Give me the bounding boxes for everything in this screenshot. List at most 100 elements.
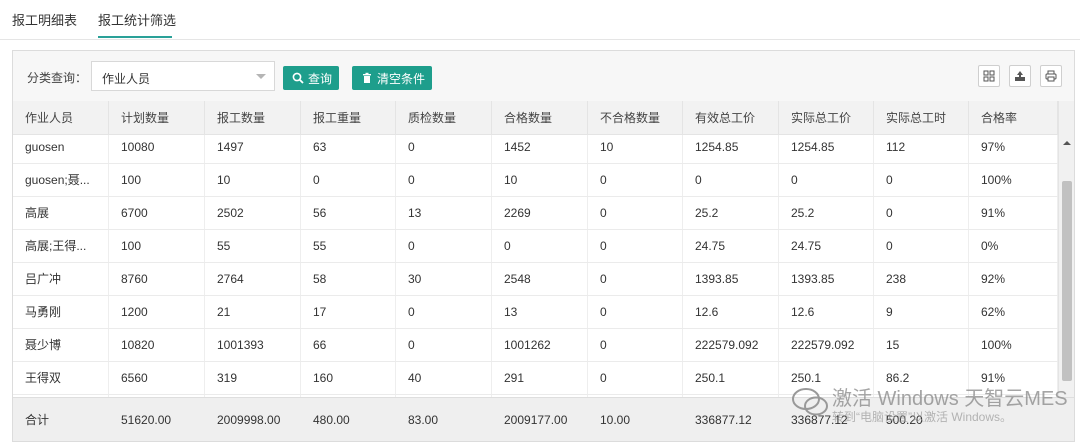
total-reported-weight: 480.00 [313,413,350,427]
cell-inspected-qty: 0 [396,296,492,328]
cell-reported-qty: 10 [205,164,301,196]
cell-reported-weight: 58 [301,263,396,295]
column-header-actual-total-price[interactable]: 实际总工价 [779,101,874,135]
cell-reported-qty: 1497 [205,135,301,163]
cell-reported-qty: 1001393 [205,329,301,361]
column-header-operator[interactable]: 作业人员 [13,101,109,135]
cell-unqualified-qty: 0 [588,362,683,394]
cell-operator: 聂少博 [13,329,109,361]
cell-planned-qty: 100 [109,164,205,196]
cell-actual-total-hours: 0 [874,164,969,196]
cell-effective-total-price: 0 [683,164,779,196]
cell-operator: 高展 [13,197,109,229]
table-row[interactable]: 高展;王得... 100 55 55 0 0 0 24.75 24.75 0 0% [13,230,1058,263]
columns-button[interactable] [978,65,1000,87]
cell-reported-weight: 66 [301,329,396,361]
cell-inspected-qty: 40 [396,362,492,394]
cell-qualified-qty: 0 [492,230,588,262]
total-qualified-qty: 2009177.00 [504,413,568,427]
cell-unqualified-qty: 0 [588,197,683,229]
cell-pass-rate: 100% [969,164,1058,196]
cell-reported-weight: 17 [301,296,396,328]
cell-reported-qty: 21 [205,296,301,328]
column-header-inspected-qty[interactable]: 质检数量 [396,101,492,135]
cell-qualified-qty: 2548 [492,263,588,295]
column-header-qualified-qty[interactable]: 合格数量 [492,101,588,135]
cell-actual-total-hours: 238 [874,263,969,295]
cell-unqualified-qty: 10 [588,135,683,163]
cell-effective-total-price: 25.2 [683,197,779,229]
column-header-actual-total-hours[interactable]: 实际总工时 [874,101,969,135]
cell-operator: guosen [13,135,109,163]
cell-inspected-qty: 0 [396,164,492,196]
cell-planned-qty: 6700 [109,197,205,229]
scroll-up-arrow-icon[interactable] [1063,141,1071,145]
vertical-scrollbar[interactable] [1058,101,1074,397]
total-effective-total-price: 336877.12 [695,413,752,427]
cell-effective-total-price: 222579.092 [683,329,779,361]
cell-reported-qty: 2764 [205,263,301,295]
cell-effective-total-price: 1254.85 [683,135,779,163]
column-header-effective-total-price[interactable]: 有效总工价 [683,101,779,135]
column-header-reported-qty[interactable]: 报工数量 [205,101,301,135]
query-button-label: 查询 [308,71,333,86]
cell-actual-total-hours: 0 [874,197,969,229]
table-row[interactable]: guosen;聂... 100 10 0 0 10 0 0 0 0 100% [13,164,1058,197]
cell-actual-total-price: 222579.092 [779,329,874,361]
cell-qualified-qty: 1452 [492,135,588,163]
cell-inspected-qty: 0 [396,230,492,262]
table-row[interactable]: guosen 10080 1497 63 0 1452 10 1254.85 1254.85 11… [13,135,1058,164]
cell-qualified-qty: 10 [492,164,588,196]
cell-actual-total-price: 12.6 [779,296,874,328]
category-select-value: 作业人员 [102,72,151,86]
cell-operator: guosen;聂... [13,164,109,196]
filter-label: 分类查询： [27,71,88,85]
cell-unqualified-qty: 0 [588,230,683,262]
total-inspected-qty: 83.00 [408,413,439,427]
filter-bar: 分类查询： 作业人员 查询 清空条件 [13,51,1074,101]
column-header-unqualified-qty[interactable]: 不合格数量 [588,101,683,135]
cell-reported-weight: 55 [301,230,396,262]
cell-planned-qty: 10080 [109,135,205,163]
trash-icon [363,72,371,83]
cell-reported-qty: 55 [205,230,301,262]
cell-qualified-qty: 13 [492,296,588,328]
cell-pass-rate: 92% [969,263,1058,295]
table-row[interactable]: 吕广冲 8760 2764 58 30 2548 0 1393.85 1393.85 238 92% [13,263,1058,296]
cell-effective-total-price: 250.1 [683,362,779,394]
cell-actual-total-price: 25.2 [779,197,874,229]
cell-pass-rate: 100% [969,329,1058,361]
cell-actual-total-hours: 15 [874,329,969,361]
table-row[interactable]: 高展 6700 2502 56 13 2269 0 25.2 25.2 0 91% [13,197,1058,230]
tab-report-statistics[interactable]: 报工统计筛选 [98,10,176,29]
table-row[interactable]: 聂少博 10820 1001393 66 0 1001262 0 222579.092 2225… [13,329,1058,362]
cell-actual-total-price: 24.75 [779,230,874,262]
table-row[interactable]: 马勇刚 1200 21 17 0 13 0 12.6 12.6 9 62% [13,296,1058,329]
cell-reported-weight: 63 [301,135,396,163]
scroll-thumb[interactable] [1062,181,1072,381]
category-select[interactable]: 作业人员 [91,61,275,91]
tab-report-detail[interactable]: 报工明细表 [12,10,77,29]
cell-qualified-qty: 1001262 [492,329,588,361]
cell-actual-total-hours: 86.2 [874,362,969,394]
query-button[interactable]: 查询 [283,66,339,90]
print-button[interactable] [1040,65,1062,87]
cell-pass-rate: 91% [969,362,1058,394]
column-header-reported-weight[interactable]: 报工重量 [301,101,396,135]
table-body: guosen 10080 1497 63 0 1452 10 1254.85 1254.85 11… [13,135,1058,397]
cell-reported-qty: 319 [205,362,301,394]
table-row[interactable]: 王得双 6560 319 160 40 291 0 250.1 250.1 86.2 91% [13,362,1058,395]
cell-reported-weight: 0 [301,164,396,196]
export-button[interactable] [1009,65,1031,87]
active-tab-indicator [98,36,172,38]
clear-conditions-button[interactable]: 清空条件 [352,66,432,90]
export-icon [1015,71,1025,81]
column-header-pass-rate[interactable]: 合格率 [969,101,1058,135]
column-header-planned-qty[interactable]: 计划数量 [109,101,205,135]
cell-operator: 吕广冲 [13,263,109,295]
cell-unqualified-qty: 0 [588,296,683,328]
search-icon [292,72,304,84]
table-totals-row: 合计 51620.00 2009998.00 480.00 83.00 2009177.0… [13,397,1074,441]
cell-pass-rate: 91% [969,197,1058,229]
cell-reported-weight: 160 [301,362,396,394]
